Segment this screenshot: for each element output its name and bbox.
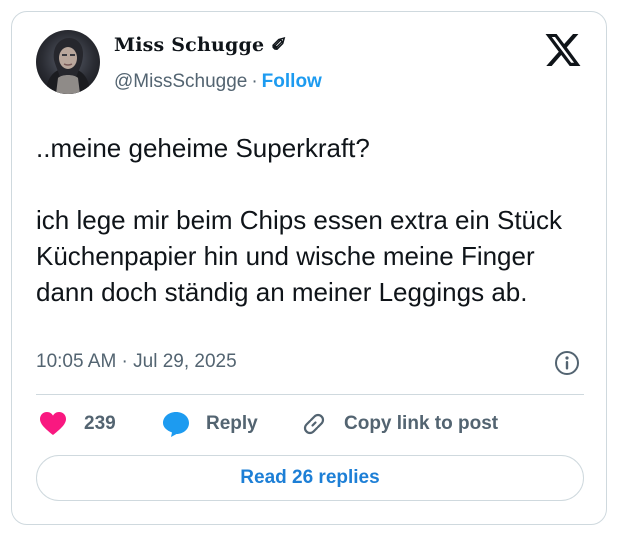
copy-link-button[interactable]: Copy link to post	[300, 409, 498, 439]
divider	[36, 394, 584, 395]
separator-dot: ·	[251, 71, 258, 92]
link-icon	[303, 413, 325, 435]
tweet-text: ..meine geheime Superkraft? ich lege mir…	[36, 133, 563, 307]
author-handle-row: @MissSchugge · Follow	[114, 71, 322, 93]
speech-bubble-icon	[163, 412, 189, 437]
action-bar: 239 Reply Copy link to post	[36, 409, 596, 439]
copy-link-label: Copy link to post	[344, 413, 499, 434]
reply-label: Reply	[206, 413, 258, 434]
heart-icon	[40, 412, 66, 435]
tweet-timestamp[interactable]: 10:05 AM · Jul 29, 2025	[36, 351, 237, 373]
x-logo-icon[interactable]	[545, 34, 581, 66]
avatar[interactable]	[36, 30, 100, 94]
tweet-card: Miss Schugge ✐ @MissSchugge · Follow ..mei…	[11, 11, 607, 525]
follow-button[interactable]: Follow	[262, 71, 322, 92]
like-button[interactable]: 239	[40, 409, 116, 439]
like-count: 239	[84, 413, 116, 434]
read-replies-button[interactable]: Read 26 replies	[36, 455, 584, 501]
author-display-name[interactable]: Miss Schugge ✐	[114, 34, 287, 56]
info-icon[interactable]	[554, 350, 580, 376]
reply-button[interactable]: Reply	[162, 409, 258, 439]
author-handle[interactable]: @MissSchugge	[114, 71, 247, 92]
